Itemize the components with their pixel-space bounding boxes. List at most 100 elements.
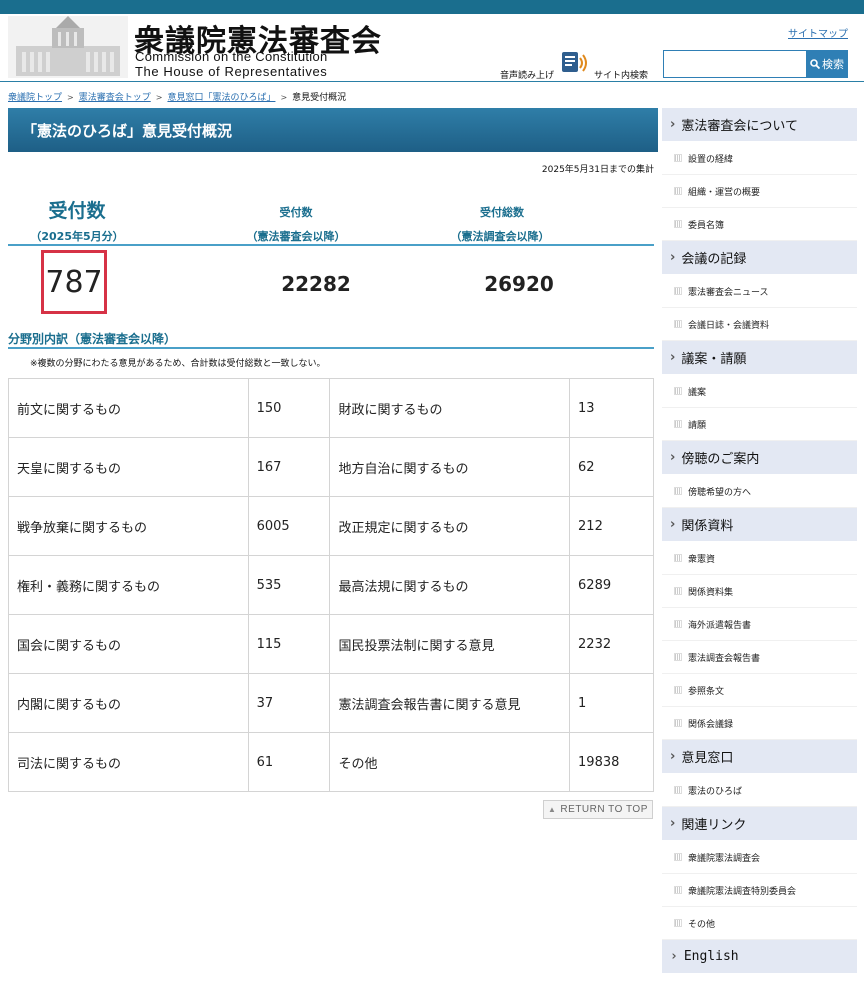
category-count: 1 — [569, 673, 654, 733]
breadcrumb-separator-icon: > — [155, 93, 163, 102]
category-count: 13 — [569, 378, 654, 438]
sidebar-item[interactable]: 傍聴希望の方へ — [662, 475, 857, 508]
stats-divider — [8, 244, 654, 246]
chevron-right-icon: › — [670, 250, 676, 265]
breakdown-title: 分野別内訳（憲法審査会以降） — [8, 332, 177, 346]
since-review-count-label: 受付数 — [279, 206, 313, 219]
sidebar-item-label: 衆議院憲法調査特別委員会 — [688, 886, 797, 897]
sidebar-english-label: English — [683, 949, 739, 964]
category-count: 37 — [247, 673, 331, 733]
sidebar-item[interactable]: 組織・運営の概要 — [662, 175, 857, 208]
search-button-label: 検索 — [822, 58, 844, 71]
table-row: 司法に関するもの 61 その他 19838 — [8, 732, 654, 792]
category-name: 財政に関するもの — [329, 378, 571, 438]
bullet-icon — [674, 587, 682, 595]
category-name: 地方自治に関するもの — [329, 437, 571, 497]
sitemap-link[interactable]: サイトマップ — [788, 25, 848, 40]
bullet-icon — [674, 620, 682, 628]
breadcrumb-item-opinion-window[interactable]: 意見窓口「憲法のひろば」 — [167, 93, 275, 103]
sidebar-item-label: その他 — [688, 919, 716, 930]
sidebar-item[interactable]: 憲法のひろば — [662, 774, 857, 807]
sidebar-section-header[interactable]: › 意見窓口 — [662, 740, 857, 774]
bullet-icon — [674, 886, 682, 894]
category-count: 535 — [247, 555, 331, 615]
chevron-right-icon: › — [670, 517, 676, 532]
sidebar-section-label: 関連リンク — [681, 818, 747, 833]
return-to-top-label: RETURN TO TOP — [560, 804, 648, 815]
sidebar-item[interactable]: 海外派遣報告書 — [662, 608, 857, 641]
category-name: 前文に関するもの — [8, 378, 249, 438]
table-row: 内閣に関するもの 37 憲法調査会報告書に関する意見 1 — [8, 673, 654, 733]
category-name: 最高法規に関するもの — [329, 555, 571, 615]
sidebar-item[interactable]: 関係会議録 — [662, 707, 857, 740]
search-input[interactable] — [663, 50, 807, 78]
sidebar-section-header[interactable]: › 傍聴のご案内 — [662, 441, 857, 475]
sidebar-item[interactable]: 衆議院憲法調査会 — [662, 841, 857, 874]
breadcrumb-item-top[interactable]: 衆議院トップ — [8, 93, 62, 103]
up-arrow-icon: ▲ — [548, 805, 557, 814]
category-count: 115 — [247, 614, 331, 674]
sidebar-section-label: 議案・請願 — [681, 352, 747, 367]
search-button[interactable]: 検索 — [806, 50, 848, 78]
category-name: 天皇に関するもの — [8, 437, 249, 497]
category-name: 改正規定に関するもの — [329, 496, 571, 556]
as-of-date: 2025年5月31日までの集計 — [541, 165, 654, 175]
breadcrumb-item-commission-top[interactable]: 憲法審査会トップ — [79, 93, 151, 103]
table-row: 戦争放棄に関するもの 6005 改正規定に関するもの 212 — [8, 496, 654, 556]
sidebar-section-header[interactable]: › 会議の記録 — [662, 241, 857, 275]
sidebar-item-label: 参照条文 — [688, 686, 725, 697]
sidebar-item[interactable]: 憲法審査会ニュース — [662, 275, 857, 308]
site-search-label: サイト内検索 — [594, 71, 649, 81]
return-to-top-button[interactable]: ▲ RETURN TO TOP — [543, 800, 653, 819]
sidebar-section-header[interactable]: › 関係資料 — [662, 508, 857, 542]
table-row: 国会に関するもの 115 国民投票法制に関する意見 2232 — [8, 614, 654, 674]
category-name: 国民投票法制に関する意見 — [329, 614, 571, 674]
category-count: 167 — [247, 437, 331, 497]
sidebar-section-header[interactable]: › 議案・請願 — [662, 341, 857, 375]
sidebar-section-label: 関係資料 — [681, 519, 734, 534]
sidebar-section-header[interactable]: › 関連リンク — [662, 807, 857, 841]
monthly-count-value: 787 — [41, 250, 107, 314]
sidebar-item-label: 会議日誌・会議資料 — [688, 320, 770, 331]
site-header: 衆議院憲法審査会 Commission on the Constitution … — [0, 14, 864, 82]
breadcrumb: 衆議院トップ > 憲法審査会トップ > 意見窓口「憲法のひろば」 > 意見受付概況 — [8, 90, 346, 103]
sidebar-item-label: 衆議院憲法調査会 — [688, 853, 761, 864]
voice-readout-label[interactable]: 音声読み上げ — [500, 68, 554, 81]
category-breakdown-table: 前文に関するもの 150 財政に関するもの 13 天皇に関するもの 167 地方自治に関する… — [8, 378, 654, 792]
sidebar-item[interactable]: 衆議院憲法調査特別委員会 — [662, 874, 857, 907]
sidebar-item-label: 憲法調査会報告書 — [688, 653, 761, 664]
category-count: 150 — [247, 378, 331, 438]
bullet-icon — [674, 220, 682, 228]
sidebar-item[interactable]: 議案 — [662, 375, 857, 408]
sidebar-item[interactable]: 衆憲資 — [662, 542, 857, 575]
speaker-icon[interactable] — [560, 48, 590, 78]
sidebar-item[interactable]: その他 — [662, 907, 857, 940]
sidebar-section-label: 意見窓口 — [681, 751, 734, 766]
sidebar-english-link[interactable]: › English — [662, 940, 857, 974]
bullet-icon — [674, 686, 682, 694]
sidebar-item-label: 委員名簿 — [688, 220, 725, 231]
sidebar-item[interactable]: 憲法調査会報告書 — [662, 641, 857, 674]
sidebar-item[interactable]: 設置の経緯 — [662, 142, 857, 175]
sidebar-section-header[interactable]: › 憲法審査会について — [662, 108, 857, 142]
category-name: 権利・義務に関するもの — [8, 555, 249, 615]
sidebar-item-label: 設置の経緯 — [688, 154, 734, 165]
monthly-count-period: （2025年5月分） — [30, 230, 124, 243]
site-logo-subtitle: Commission on the Constitution — [135, 49, 328, 64]
top-bar — [0, 0, 864, 14]
sidebar-nav: › 憲法審査会について設置の経緯組織・運営の概要委員名簿 › 会議の記録 憲法審査会ニュ… — [662, 108, 857, 974]
sidebar-item[interactable]: 会議日誌・会議資料 — [662, 308, 857, 341]
category-name: 憲法調査会報告書に関する意見 — [329, 673, 571, 733]
sidebar-item[interactable]: 参照条文 — [662, 674, 857, 707]
category-name: 戦争放棄に関するもの — [8, 496, 249, 556]
bullet-icon — [674, 653, 682, 661]
sidebar-item-label: 関係資料集 — [688, 587, 734, 598]
chevron-right-icon: › — [670, 117, 676, 132]
site-logo-subtitle-2: The House of Representatives — [135, 64, 328, 79]
category-count: 212 — [569, 496, 654, 556]
sidebar-item[interactable]: 関係資料集 — [662, 575, 857, 608]
sidebar-item[interactable]: 委員名簿 — [662, 208, 857, 241]
bullet-icon — [674, 187, 682, 195]
diet-building-icon — [8, 16, 128, 78]
sidebar-item[interactable]: 請願 — [662, 408, 857, 441]
